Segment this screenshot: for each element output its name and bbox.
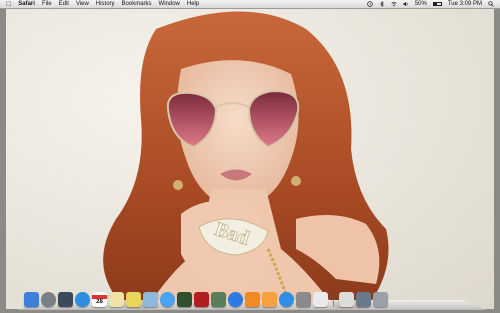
menu-app-name[interactable]: Safari [18, 1, 35, 7]
photo-booth-icon[interactable] [194, 292, 209, 307]
volume-icon[interactable] [403, 1, 409, 7]
calendar-date: 28 [96, 298, 103, 305]
menu-bookmarks[interactable]: Bookmarks [122, 1, 152, 7]
documents-stack-icon[interactable] [339, 292, 354, 307]
notes-icon[interactable] [109, 292, 124, 307]
apple-logo-icon[interactable]:  [6, 1, 11, 8]
calendar-icon[interactable]: 28 [92, 292, 107, 307]
menu-file[interactable]: File [42, 1, 52, 7]
mission-control-icon[interactable] [58, 292, 73, 307]
left-earring [173, 180, 183, 190]
messages-icon[interactable] [160, 292, 175, 307]
itunes-icon[interactable] [228, 292, 243, 307]
bluetooth-icon[interactable] [379, 1, 385, 7]
desktop[interactable]: Bad [6, 9, 494, 309]
safari-icon[interactable] [75, 292, 90, 307]
wallpaper-photo: Bad [103, 11, 389, 309]
app-store-icon[interactable] [279, 292, 294, 307]
menu-view[interactable]: View [76, 1, 89, 7]
downloads-stack-icon[interactable] [356, 292, 371, 307]
menu-window[interactable]: Window [159, 1, 180, 7]
time-machine-icon[interactable] [367, 1, 373, 7]
system-preferences-icon[interactable] [296, 292, 311, 307]
battery-icon[interactable] [432, 2, 442, 6]
dock: 28 [18, 286, 486, 310]
dock-icons: 28 [24, 292, 388, 307]
menu-edit[interactable]: Edit [59, 1, 69, 7]
menu-help[interactable]: Help [187, 1, 199, 7]
dock-separator [333, 292, 334, 307]
launchpad-icon[interactable] [41, 292, 56, 307]
trash-icon[interactable] [373, 292, 388, 307]
battery-percent[interactable]: 50% [415, 1, 427, 7]
ibooks-icon[interactable] [245, 292, 260, 307]
preview-icon[interactable] [143, 292, 158, 307]
menu-bar:  Safari File Edit View History Bookmark… [0, 0, 500, 9]
stickies-icon[interactable] [126, 292, 141, 307]
finder-icon[interactable] [24, 292, 39, 307]
menu-history[interactable]: History [96, 1, 115, 7]
facetime-icon[interactable] [177, 292, 192, 307]
menu-clock[interactable]: Tue 3:09 PM [448, 1, 482, 7]
pages-icon[interactable] [262, 292, 277, 307]
textedit-icon[interactable] [313, 292, 328, 307]
wifi-icon[interactable] [391, 1, 397, 7]
iphoto-icon[interactable] [211, 292, 226, 307]
right-earring [291, 176, 301, 186]
battery-fill [433, 3, 438, 5]
spotlight-icon[interactable] [488, 1, 494, 7]
